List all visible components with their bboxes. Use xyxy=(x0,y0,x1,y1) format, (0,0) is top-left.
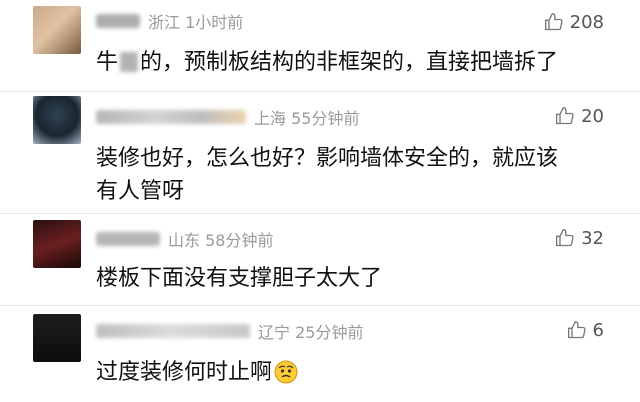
worried-face-emoji-icon xyxy=(274,360,298,384)
thumbs-up-icon xyxy=(544,12,563,31)
avatar[interactable] xyxy=(33,220,81,268)
comment-item: 上海 55分钟前 20 装修也好，怎么也好？影响墙体安全的，就应该 有人管呀 xyxy=(0,92,640,214)
comment-text: 牛的，预制板结构的非框架的，直接把墙拆了 xyxy=(96,50,559,75)
like-button[interactable]: 20 xyxy=(555,104,604,128)
comment-list: 浙江 1小时前 208 牛的，预制板结构的非框架的，直接把墙拆了 上海 55分钟… xyxy=(0,0,640,402)
avatar[interactable] xyxy=(33,6,81,54)
comment-item: 山东 58分钟前 32 楼板下面没有支撑胆子太大了 xyxy=(0,214,640,306)
username-blurred[interactable] xyxy=(96,14,140,28)
username-blurred[interactable] xyxy=(96,232,160,246)
comment-meta: 上海 55分钟前 xyxy=(96,106,359,128)
like-count: 32 xyxy=(581,227,604,249)
thumbs-up-icon xyxy=(556,228,574,247)
censored-text xyxy=(120,52,139,72)
location-time: 浙江 1小时前 xyxy=(148,13,244,32)
comment-meta: 山东 58分钟前 xyxy=(96,228,273,250)
comment-meta: 辽宁 25分钟前 xyxy=(96,320,363,342)
avatar[interactable] xyxy=(33,314,81,362)
comment-text: 装修也好，怎么也好？影响墙体安全的，就应该 有人管呀 xyxy=(96,146,559,204)
comment-text: 过度装修何时止啊 xyxy=(96,356,596,389)
comment-item: 浙江 1小时前 208 牛的，预制板结构的非框架的，直接把墙拆了 xyxy=(0,0,640,92)
thumbs-up-icon xyxy=(556,106,574,125)
comment-meta: 浙江 1小时前 xyxy=(96,10,243,32)
thumbs-up-icon xyxy=(567,320,586,339)
location-time: 辽宁 25分钟前 xyxy=(258,323,364,342)
like-count: 208 xyxy=(569,11,604,33)
location-time: 山东 58分钟前 xyxy=(168,231,274,250)
like-count: 6 xyxy=(592,319,604,341)
like-button[interactable]: 208 xyxy=(544,10,604,34)
comment-item: 辽宁 25分钟前 6 过度装修何时止啊 xyxy=(0,306,640,402)
avatar[interactable] xyxy=(33,96,81,144)
username-blurred[interactable] xyxy=(96,110,246,124)
comment-text: 楼板下面没有支撑胆子太大了 xyxy=(96,266,383,291)
like-button[interactable]: 32 xyxy=(555,226,604,250)
username-blurred[interactable] xyxy=(96,324,250,338)
like-button[interactable]: 6 xyxy=(567,318,604,342)
location-time: 上海 55分钟前 xyxy=(254,109,360,128)
like-count: 20 xyxy=(581,105,604,127)
